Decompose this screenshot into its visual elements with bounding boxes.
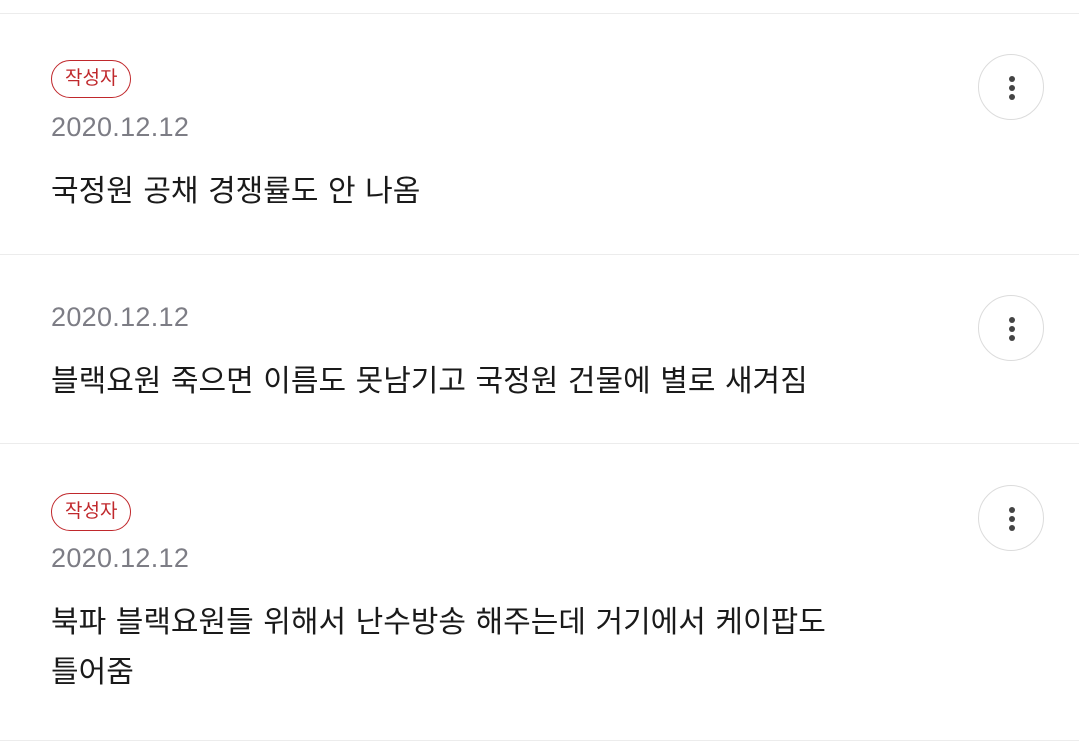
more-vertical-icon — [1009, 76, 1015, 100]
author-badge: 작성자 — [51, 493, 132, 531]
comment-item: 작성자 2020.12.12 국정원 공채 경쟁률도 안 나옴 — [0, 14, 1079, 254]
comment-date: 2020.12.12 — [51, 112, 190, 142]
divider — [0, 740, 1079, 741]
comment-list: 작성자 2020.12.12 국정원 공채 경쟁률도 안 나옴 2020.12.… — [0, 0, 1079, 756]
more-options-button[interactable] — [978, 54, 1044, 120]
comment-text-line: 북파 블랙요원들 위해서 난수방송 해주는데 거기에서 케이팝도 — [51, 605, 826, 640]
comment-text: 국정원 공채 경쟁률도 안 나옴 — [51, 174, 421, 209]
comment-text: 블랙요원 죽으면 이름도 못남기고 국정원 건물에 별로 새겨짐 — [51, 364, 808, 399]
comment-item: 작성자 2020.12.12 북파 블랙요원들 위해서 난수방송 해주는데 거기… — [0, 444, 1079, 740]
comment-date: 2020.12.12 — [51, 543, 190, 573]
more-vertical-icon — [1009, 507, 1015, 531]
more-options-button[interactable] — [978, 485, 1044, 551]
comment-text-line: 틀어줌 — [51, 655, 134, 690]
comment-item: 2020.12.12 블랙요원 죽으면 이름도 못남기고 국정원 건물에 별로 … — [0, 255, 1079, 443]
more-options-button[interactable] — [978, 295, 1044, 361]
comment-date: 2020.12.12 — [51, 302, 190, 332]
comment-text: 북파 블랙요원들 위해서 난수방송 해주는데 거기에서 케이팝도 틀어줌 — [51, 598, 911, 698]
more-vertical-icon — [1009, 317, 1015, 341]
author-badge: 작성자 — [51, 60, 132, 98]
